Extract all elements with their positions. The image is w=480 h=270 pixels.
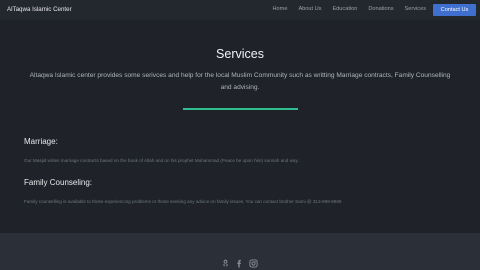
family-counseling-text: Family counselling is available to those…	[24, 199, 342, 204]
nav-donations[interactable]: Donations	[368, 6, 393, 12]
navbar: AlTaqwa Islamic Center Home About Us Edu…	[0, 0, 480, 20]
page-description: Altaqwa Islamic center provides some ser…	[29, 72, 451, 91]
marriage-text: Our Masjid writes marriage contracts bas…	[24, 158, 299, 163]
nav-home[interactable]: Home	[273, 6, 288, 12]
facebook-icon[interactable]	[235, 259, 244, 268]
nav-links: Home About Us Education Donations Servic…	[262, 6, 426, 12]
page-title: Services	[216, 47, 264, 61]
marriage-heading: Marriage:	[24, 137, 58, 146]
title-divider	[183, 108, 298, 110]
nav-education[interactable]: Education	[332, 6, 357, 12]
instagram-icon[interactable]	[249, 259, 258, 268]
yelp-icon[interactable]	[221, 259, 230, 268]
contact-us-button[interactable]: Contact Us	[433, 4, 476, 16]
brand-logo-text[interactable]: AlTaqwa Islamic Center	[7, 6, 72, 13]
family-counseling-heading: Family Counseling:	[24, 178, 93, 187]
nav-services[interactable]: Services	[405, 6, 426, 12]
nav-about-us[interactable]: About Us	[298, 6, 321, 12]
